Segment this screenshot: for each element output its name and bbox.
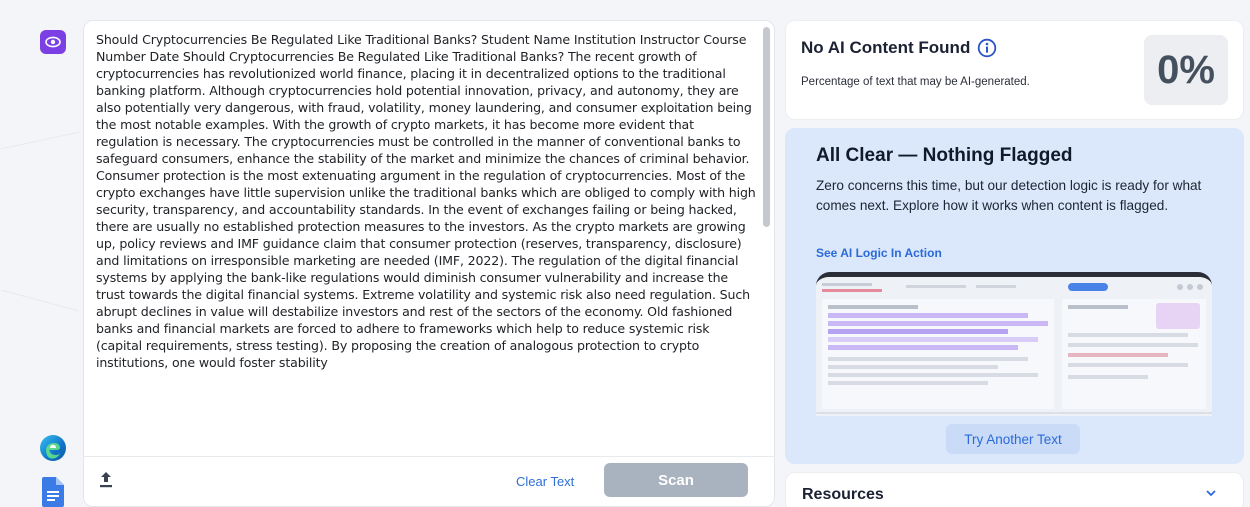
ai-logic-preview-image[interactable]	[816, 272, 1212, 416]
try-another-text-button[interactable]: Try Another Text	[946, 424, 1080, 454]
result-card: All Clear — Nothing Flagged Zero concern…	[785, 128, 1244, 464]
see-ai-logic-link[interactable]: See AI Logic In Action	[816, 246, 942, 260]
text-input-panel[interactable]: Should Cryptocurrencies Be Regulated Lik…	[83, 20, 775, 507]
score-title: No AI Content Found	[801, 38, 971, 57]
editor-toolbar: Clear Text Scan	[84, 456, 774, 506]
result-title: All Clear — Nothing Flagged	[816, 145, 1073, 166]
google-docs-icon[interactable]	[42, 477, 64, 507]
resources-title: Resources	[802, 486, 884, 503]
ai-percentage: 0%	[1144, 35, 1228, 105]
edge-browser-icon[interactable]	[38, 433, 68, 463]
score-heading: No AI Content Found	[801, 38, 997, 58]
result-description: Zero concerns this time, but our detecti…	[816, 178, 1202, 213]
score-card: No AI Content Found Percentage of text t…	[785, 20, 1244, 120]
upload-icon[interactable]	[98, 471, 114, 489]
eye-icon[interactable]	[40, 30, 66, 54]
chevron-down-icon[interactable]	[1205, 489, 1217, 497]
left-rail	[36, 0, 70, 507]
clear-text-button[interactable]: Clear Text	[516, 474, 574, 489]
info-icon[interactable]	[977, 38, 997, 58]
score-subtitle: Percentage of text that may be AI-genera…	[801, 76, 1030, 88]
scrollbar-thumb[interactable]	[763, 27, 770, 227]
resources-section[interactable]: Resources	[785, 472, 1244, 507]
essay-textarea[interactable]: Should Cryptocurrencies Be Regulated Lik…	[96, 31, 756, 463]
scan-button[interactable]: Scan	[604, 463, 748, 497]
